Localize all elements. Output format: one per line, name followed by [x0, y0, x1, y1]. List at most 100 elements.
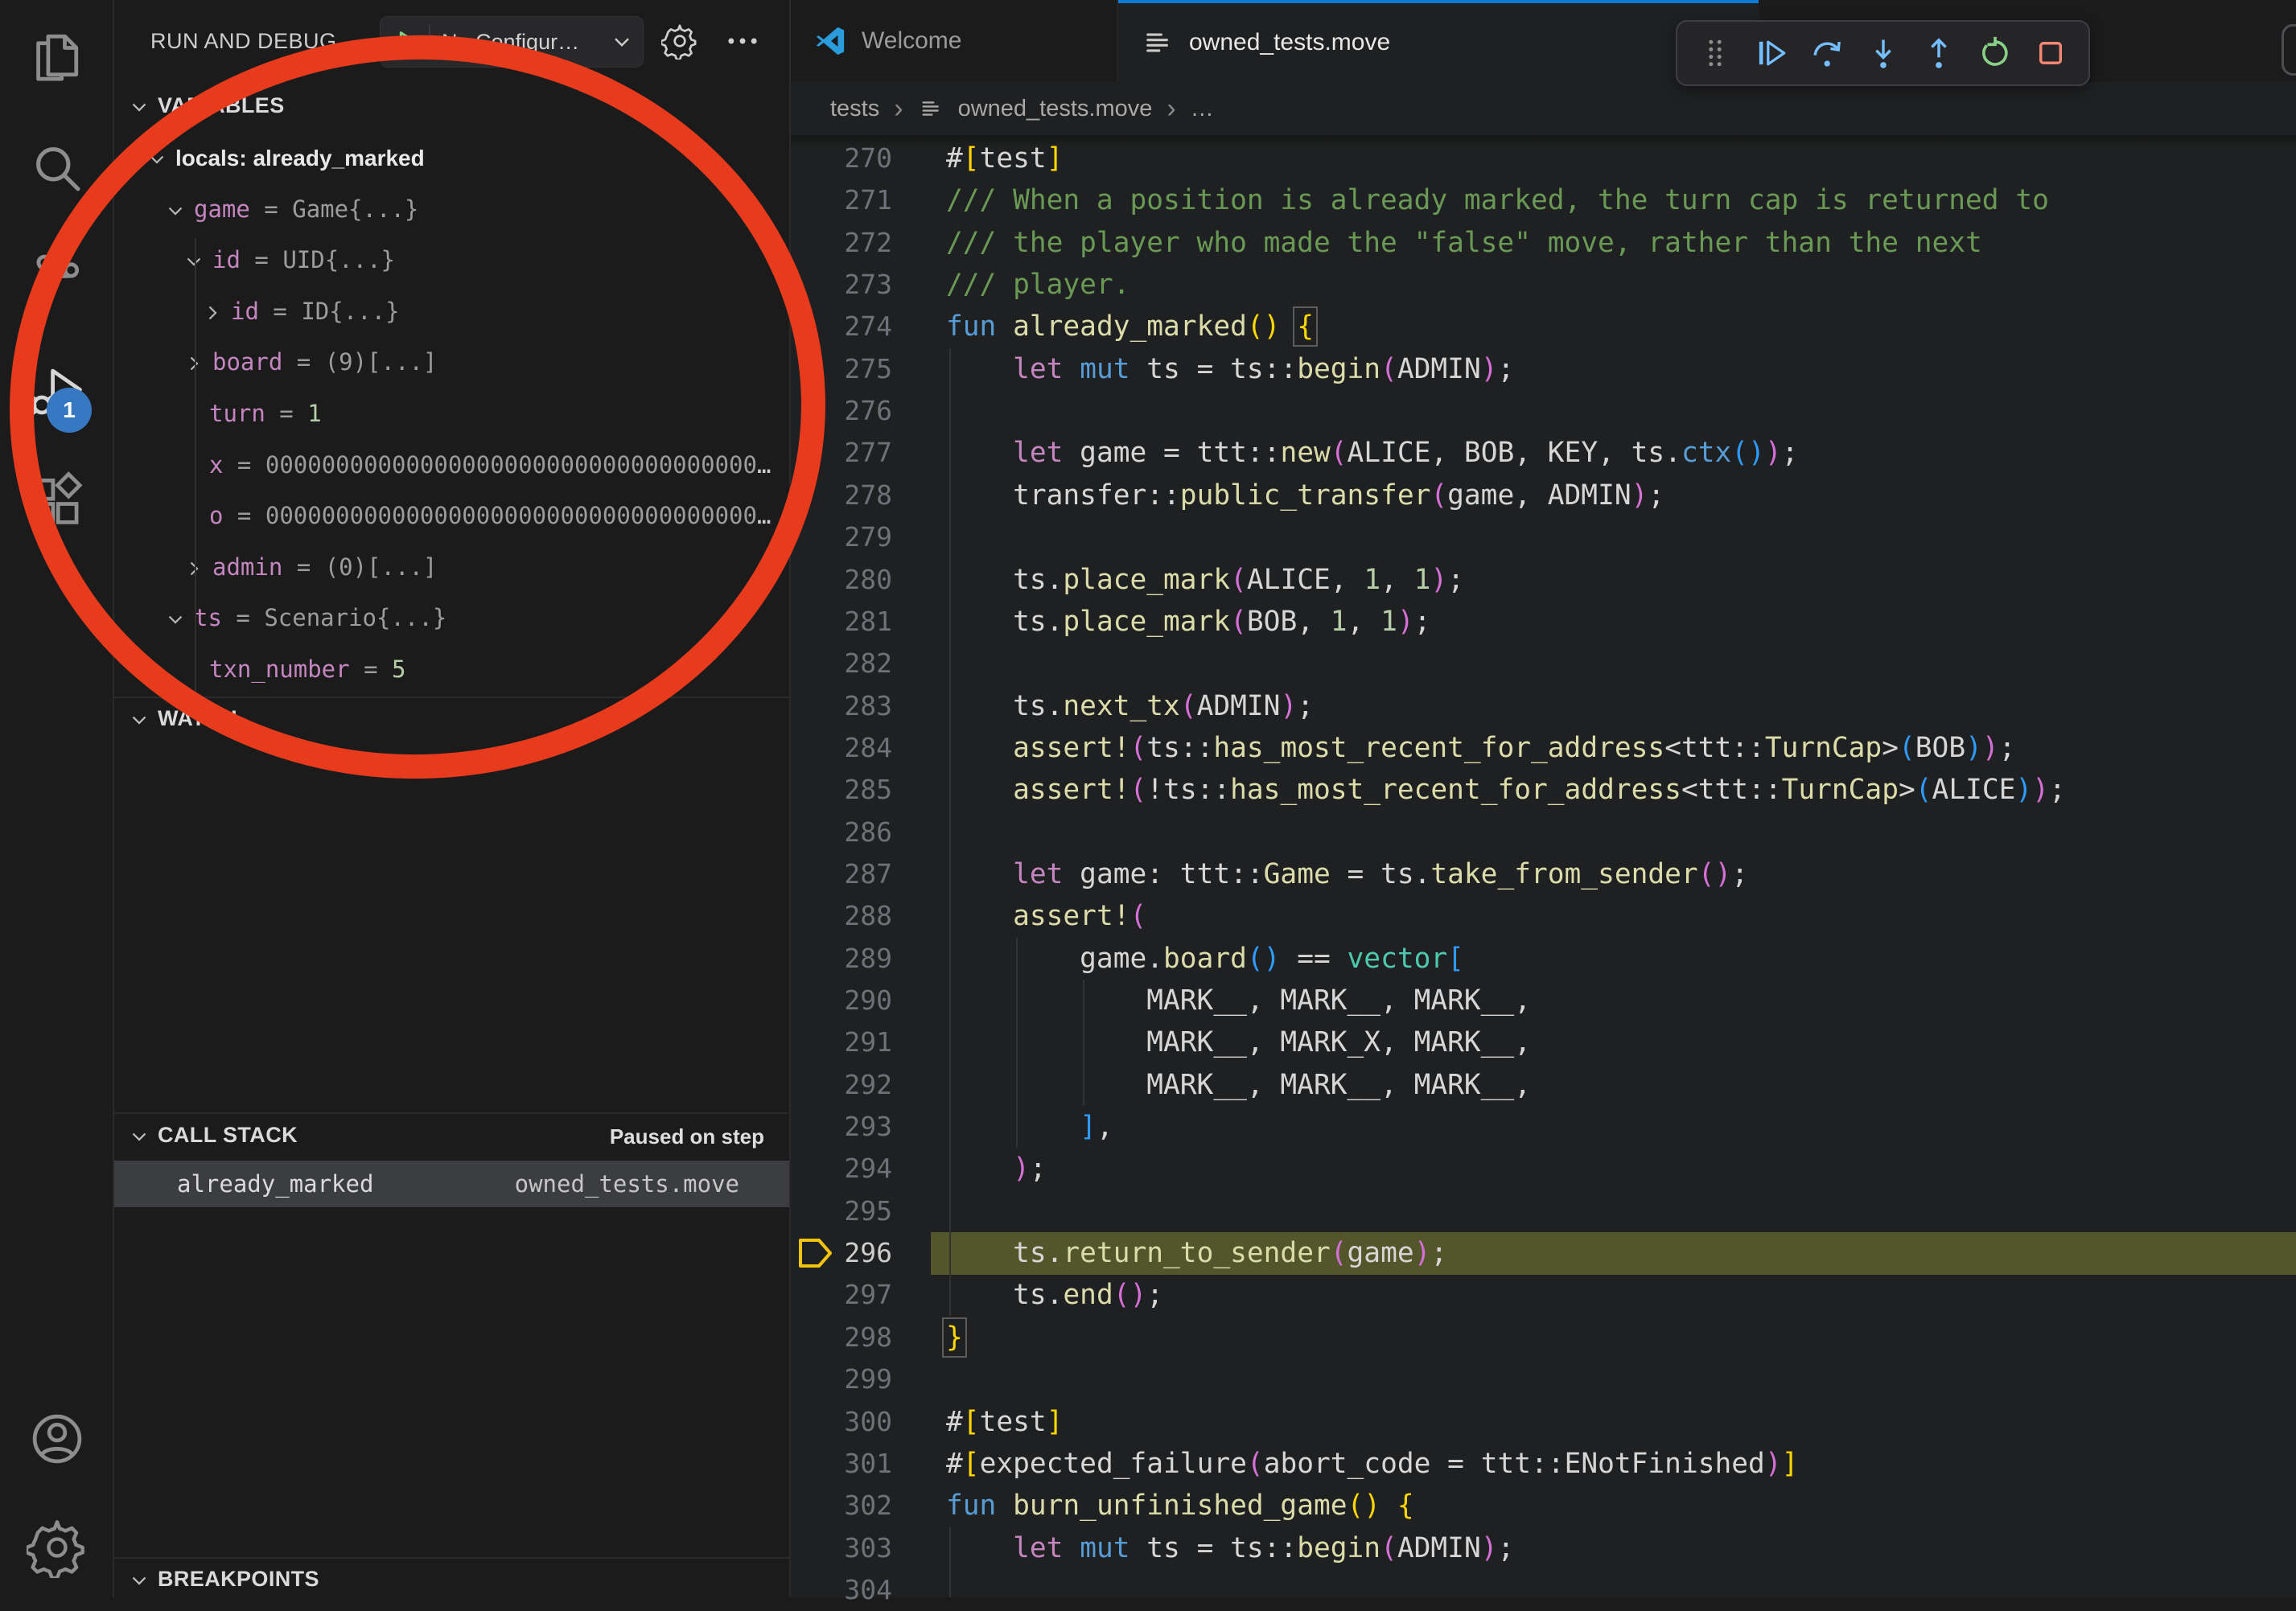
- debug-step-into-icon[interactable]: [1865, 35, 1902, 72]
- code-line[interactable]: ts.next_tx(ADMIN);: [946, 685, 1314, 727]
- variable-row[interactable]: admin = (0)[...]: [114, 543, 789, 594]
- code-line[interactable]: MARK__, MARK__, MARK__,: [946, 980, 1531, 1021]
- line-number[interactable]: 295: [791, 1190, 892, 1232]
- debug-step-over-icon[interactable]: [1808, 35, 1845, 72]
- ellipsis-icon[interactable]: [724, 23, 761, 60]
- call-stack-frame-row[interactable]: already_marked owned_tests.move: [114, 1161, 789, 1207]
- line-number[interactable]: 301: [791, 1443, 892, 1485]
- line-number[interactable]: 274: [791, 306, 892, 347]
- line-number[interactable]: 284: [791, 727, 892, 769]
- line-number[interactable]: 281: [791, 601, 892, 643]
- grip-icon[interactable]: [1697, 35, 1734, 72]
- variable-row[interactable]: turn = 1: [114, 389, 789, 441]
- line-number[interactable]: 282: [791, 643, 892, 684]
- line-number[interactable]: 293: [791, 1106, 892, 1148]
- files-icon[interactable]: [27, 25, 88, 86]
- line-number[interactable]: 291: [791, 1021, 892, 1063]
- code-line[interactable]: #[expected_failure(abort_code = ttt::ENo…: [946, 1443, 1798, 1485]
- code-line[interactable]: ts.end();: [946, 1274, 1163, 1316]
- code-line[interactable]: assert!(!ts::has_most_recent_for_address…: [946, 769, 2066, 811]
- line-number[interactable]: 300: [791, 1401, 892, 1443]
- tab-welcome[interactable]: Welcome: [791, 0, 1118, 82]
- code-line[interactable]: assert!(ts::has_most_recent_for_address<…: [946, 727, 2015, 769]
- line-number[interactable]: 299: [791, 1358, 892, 1400]
- code-line[interactable]: assert!(: [946, 895, 1146, 937]
- chevron-down-icon[interactable]: [163, 199, 187, 223]
- code-line[interactable]: /// When a position is already marked, t…: [946, 179, 2049, 221]
- code-line[interactable]: /// the player who made the "false" move…: [946, 222, 1982, 264]
- code-line[interactable]: MARK__, MARK_X, MARK__,: [946, 1021, 1531, 1063]
- line-number[interactable]: 287: [791, 853, 892, 895]
- chevron-right-icon[interactable]: [182, 351, 206, 376]
- settings-gear-icon[interactable]: [27, 1517, 88, 1578]
- breadcrumb-item-symbol[interactable]: …: [1191, 96, 1214, 122]
- debug-restart-icon[interactable]: [1977, 35, 2014, 72]
- extensions-icon[interactable]: [27, 471, 88, 532]
- line-number[interactable]: 275: [791, 348, 892, 390]
- account-icon[interactable]: [27, 1408, 88, 1469]
- debug-config-dropdown[interactable]: No Configur…: [380, 16, 644, 68]
- chevron-right-icon[interactable]: [182, 557, 206, 581]
- code-line[interactable]: ts.place_mark(BOB, 1, 1);: [946, 601, 1430, 643]
- variable-row[interactable]: id = UID{...}: [114, 236, 789, 287]
- line-number[interactable]: 273: [791, 264, 892, 306]
- frame-function-name[interactable]: already_marked: [177, 1170, 373, 1198]
- line-number[interactable]: 277: [791, 432, 892, 474]
- code-line[interactable]: transfer::public_transfer(game, ADMIN);: [946, 475, 1664, 516]
- line-number[interactable]: 297: [791, 1274, 892, 1316]
- code-line[interactable]: let mut ts = ts::begin(ADMIN);: [946, 348, 1514, 390]
- chevron-down-icon[interactable]: [145, 147, 169, 171]
- variable-row[interactable]: o = 000000000000000000000000000000000000…: [114, 491, 789, 543]
- line-number[interactable]: 276: [791, 390, 892, 432]
- code-line[interactable]: let game = ttt::new(ALICE, BOB, KEY, ts.…: [946, 432, 1798, 474]
- gear-icon[interactable]: [661, 23, 698, 60]
- code-line[interactable]: fun burn_unfinished_game() {: [946, 1485, 1414, 1527]
- line-number[interactable]: 279: [791, 516, 892, 558]
- line-number[interactable]: 280: [791, 559, 892, 601]
- code-line[interactable]: #[test]: [946, 1401, 1063, 1443]
- breadcrumb-item-file[interactable]: owned_tests.move: [958, 96, 1153, 122]
- chevron-down-icon[interactable]: [182, 249, 206, 273]
- debug-stop-icon[interactable]: [2032, 35, 2069, 72]
- code-line[interactable]: );: [946, 1148, 1047, 1190]
- variable-row[interactable]: game = Game{...}: [114, 185, 789, 236]
- code-line[interactable]: let game: ttt::Game = ts.take_from_sende…: [946, 853, 1748, 895]
- line-number[interactable]: 292: [791, 1064, 892, 1106]
- line-number[interactable]: 290: [791, 980, 892, 1021]
- source-control-icon[interactable]: [27, 248, 88, 309]
- code-line[interactable]: ts.place_mark(ALICE, 1, 1);: [946, 559, 1464, 601]
- variable-row[interactable]: ts = Scenario{...}: [114, 594, 789, 645]
- variable-row[interactable]: locals: already_marked: [114, 134, 789, 185]
- breadcrumb-item-tests[interactable]: tests: [830, 96, 879, 122]
- code-line[interactable]: let mut ts = ts::begin(ADMIN);: [946, 1527, 1514, 1569]
- line-number[interactable]: 289: [791, 938, 892, 980]
- line-number[interactable]: 272: [791, 222, 892, 264]
- chevron-right-icon[interactable]: [200, 301, 224, 325]
- debug-config-label[interactable]: No Configur…: [442, 30, 607, 55]
- line-number[interactable]: 288: [791, 895, 892, 937]
- variable-row[interactable]: id = ID{...}: [114, 287, 789, 339]
- code-line[interactable]: ts.return_to_sender(game);: [946, 1232, 1447, 1274]
- line-number[interactable]: 270: [791, 138, 892, 179]
- code-line[interactable]: }: [946, 1317, 963, 1358]
- line-number[interactable]: 302: [791, 1485, 892, 1527]
- code-line[interactable]: /// player.: [946, 264, 1129, 306]
- chevron-down-icon[interactable]: [163, 607, 187, 631]
- line-number[interactable]: 304: [791, 1569, 892, 1611]
- code-line[interactable]: game.board() == vector[: [946, 938, 1464, 980]
- code-line[interactable]: fun already_marked() {: [946, 306, 1314, 347]
- line-number[interactable]: 285: [791, 769, 892, 811]
- play-icon[interactable]: [390, 26, 422, 58]
- debug-continue-icon[interactable]: [1753, 35, 1790, 72]
- line-number[interactable]: 303: [791, 1527, 892, 1569]
- watch-section-header[interactable]: WATCH: [114, 701, 789, 738]
- tab-owned-tests-move[interactable]: owned_tests.move ×: [1118, 0, 1759, 82]
- variables-section-header[interactable]: VARIABLES: [114, 88, 789, 125]
- debug-step-out-icon[interactable]: [1920, 35, 1957, 72]
- line-number[interactable]: 271: [791, 179, 892, 221]
- variable-row[interactable]: txn_number = 5: [114, 645, 789, 697]
- code-line[interactable]: #[test]: [946, 138, 1063, 179]
- line-number[interactable]: 298: [791, 1317, 892, 1358]
- line-number[interactable]: 283: [791, 685, 892, 727]
- line-number[interactable]: 286: [791, 812, 892, 853]
